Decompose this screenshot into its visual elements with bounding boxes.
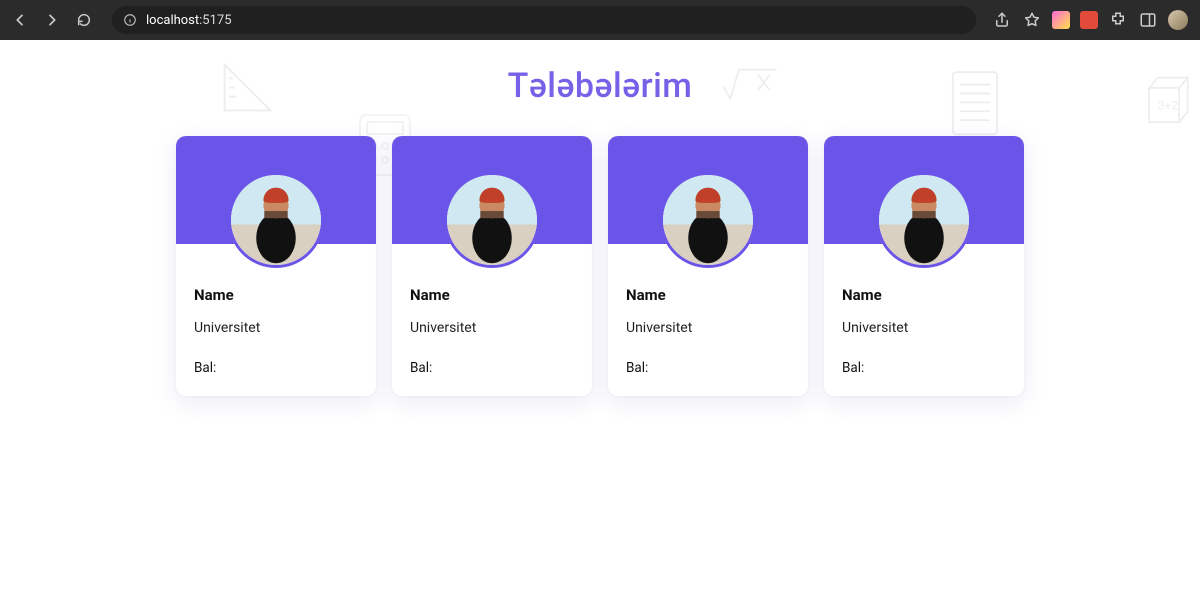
bg-doodle-sqrt-icon	[720, 60, 780, 105]
bookmark-star-icon[interactable]	[1022, 10, 1042, 30]
student-university: Universitet	[626, 320, 790, 336]
avatar	[228, 172, 324, 268]
avatar	[660, 172, 756, 268]
student-name: Name	[626, 286, 790, 304]
side-panel-icon[interactable]	[1138, 10, 1158, 30]
bg-doodle-cube-icon: 3+2	[1132, 70, 1192, 140]
url-host: localhost	[146, 13, 199, 28]
address-bar[interactable]: localhost:5175	[112, 6, 976, 34]
avatar	[876, 172, 972, 268]
student-university: Universitet	[410, 320, 574, 336]
student-score-label: Bal:	[842, 360, 1006, 376]
forward-button[interactable]	[40, 8, 64, 32]
page-title: Tələbələrim	[0, 66, 1200, 106]
student-university: Universitet	[194, 320, 358, 336]
student-name: Name	[842, 286, 1006, 304]
card-header	[392, 136, 592, 244]
share-icon[interactable]	[992, 10, 1012, 30]
student-score-label: Bal:	[410, 360, 574, 376]
bg-doodle-notebook-icon	[940, 65, 1010, 145]
student-card[interactable]: Name Universitet Bal:	[176, 136, 376, 396]
card-header	[608, 136, 808, 244]
student-card[interactable]: Name Universitet Bal:	[824, 136, 1024, 396]
site-info-icon[interactable]	[122, 12, 138, 28]
nav-buttons	[8, 8, 96, 32]
student-name: Name	[410, 286, 574, 304]
student-card[interactable]: Name Universitet Bal:	[608, 136, 808, 396]
student-university: Universitet	[842, 320, 1006, 336]
bg-doodle-triangle-icon	[220, 60, 275, 115]
svg-text:3+2: 3+2	[1158, 98, 1179, 112]
student-card[interactable]: Name Universitet Bal:	[392, 136, 592, 396]
card-header	[176, 136, 376, 244]
extension-icon-2[interactable]	[1080, 11, 1098, 29]
student-score-label: Bal:	[194, 360, 358, 376]
card-header	[824, 136, 1024, 244]
extensions-puzzle-icon[interactable]	[1108, 10, 1128, 30]
url-port: :5175	[199, 13, 231, 28]
student-name: Name	[194, 286, 358, 304]
extension-icon-1[interactable]	[1052, 11, 1070, 29]
reload-button[interactable]	[72, 8, 96, 32]
url-text: localhost:5175	[146, 13, 232, 28]
students-grid: Name Universitet Bal: Name Universitet B…	[0, 136, 1200, 396]
page-root: 3+2 Tələbələrim Name Universitet Bal:	[0, 40, 1200, 436]
avatar	[444, 172, 540, 268]
browser-toolbar: localhost:5175	[0, 0, 1200, 40]
student-score-label: Bal:	[626, 360, 790, 376]
toolbar-right	[992, 10, 1192, 30]
profile-avatar-icon[interactable]	[1168, 10, 1188, 30]
back-button[interactable]	[8, 8, 32, 32]
